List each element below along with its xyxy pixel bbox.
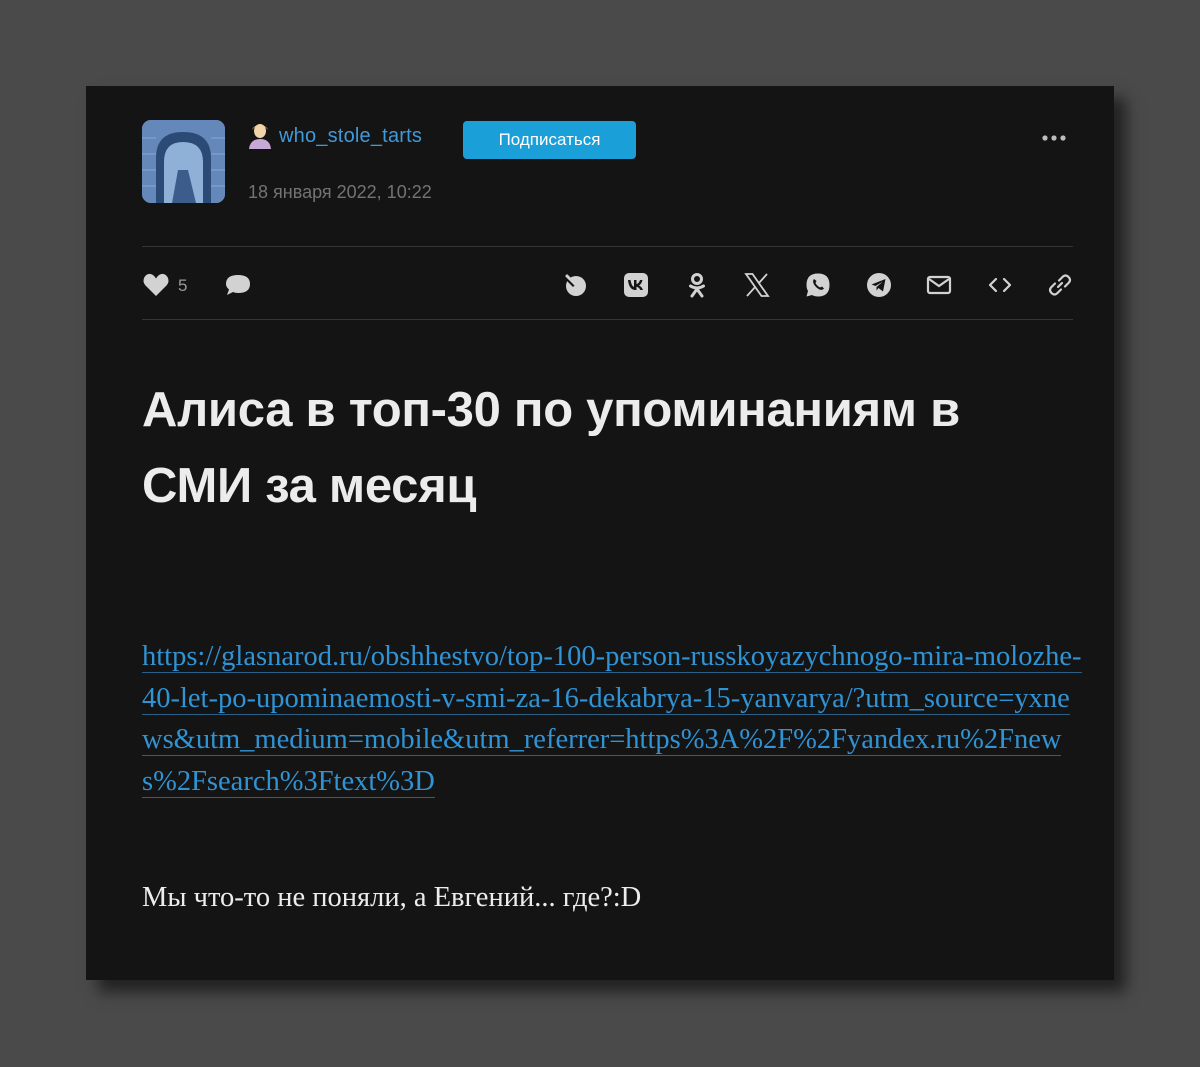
subscribe-button[interactable]: Подписаться: [463, 121, 636, 159]
post-card: who_stole_tarts Подписаться 18 января 20…: [86, 86, 1114, 980]
vk-icon[interactable]: [622, 271, 650, 299]
author-username[interactable]: who_stole_tarts: [279, 125, 422, 148]
likes-count: 5: [178, 276, 188, 295]
pin-icon[interactable]: [561, 271, 589, 299]
comment-bubble-icon[interactable]: [224, 271, 252, 299]
post-link-text: https://glasnarod.ru/obshhestvo/top-100-…: [142, 641, 1082, 798]
more-dots-icon[interactable]: [1040, 126, 1068, 150]
user-badge-icon: [247, 122, 273, 150]
divider-top: [142, 246, 1073, 247]
whatsapp-icon[interactable]: [804, 271, 832, 299]
telegram-icon[interactable]: [865, 271, 893, 299]
divider-bottom: [142, 319, 1073, 320]
post-title: Алиса в топ-30 по упоминаниям в СМИ за м…: [142, 383, 960, 513]
heart-icon[interactable]: [142, 271, 170, 299]
x-icon[interactable]: [743, 271, 771, 299]
ok-icon[interactable]: [683, 271, 711, 299]
post-body-text: Мы что-то не поняли, а Евгений... где?:D: [142, 882, 642, 913]
mail-icon[interactable]: [925, 271, 953, 299]
actions-bar: 5: [142, 266, 1073, 304]
embed-code-icon[interactable]: [986, 271, 1014, 299]
post-date: 18 января 2022, 10:22: [248, 182, 432, 202]
author-row: who_stole_tarts: [247, 122, 422, 150]
copy-link-icon[interactable]: [1046, 271, 1074, 299]
post-link[interactable]: https://glasnarod.ru/obshhestvo/top-100-…: [142, 636, 1082, 802]
avatar[interactable]: [142, 120, 225, 203]
